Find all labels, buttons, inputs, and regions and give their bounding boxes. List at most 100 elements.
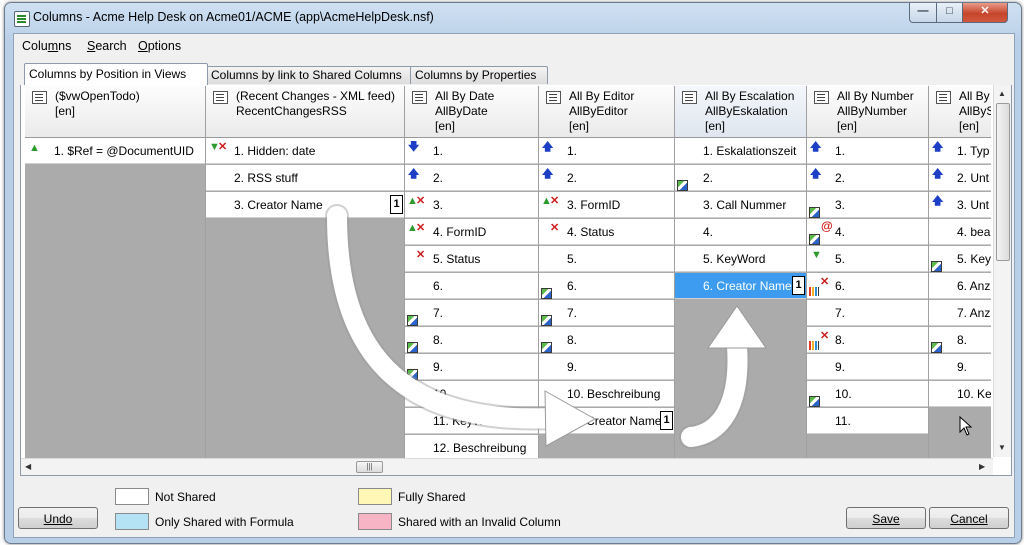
tab-columns-by-properties[interactable]: Columns by Properties [410,66,548,84]
empty-area [539,435,674,460]
arrow-down-icon: 🡇 [408,141,420,153]
column-cell[interactable]: 🡅 1. Typ [929,138,991,164]
view-header-label: All By AllByS [en] [959,89,991,133]
column-cell[interactable]: 🡇 1. [405,138,538,164]
column-cell[interactable]: 🡅 2. [807,165,928,191]
column-cell[interactable]: 11. [807,408,928,434]
column-cell[interactable]: ✕ 5. Status [405,246,538,272]
scroll-right-arrow-icon[interactable]: ▶ [979,462,985,471]
column-cell[interactable]: @4. [807,219,928,245]
column-cell[interactable]: 6. [405,273,538,299]
column-cell[interactable]: 1. Eskalationszeit [675,138,806,164]
document-icon [677,180,688,191]
empty-area [675,300,806,460]
vertical-scroll-thumb[interactable] [996,103,1010,261]
column-cell[interactable]: 6. [539,273,674,299]
column-cell[interactable]: 7. [807,300,928,326]
horizontal-scroll-thumb[interactable]: ||| [356,461,383,473]
vertical-scrollbar[interactable]: ▲ ▼ [993,85,1011,457]
view-header[interactable]: All By Number AllByNumber [en] [807,86,928,138]
document-icon [809,234,820,245]
column-cell[interactable]: 3. Call Nummer [675,192,806,218]
view-icon [682,91,697,104]
arrow-up-icon: 🡅 [408,168,420,180]
menu-columns[interactable]: Columns [22,39,71,53]
column-cell[interactable]: 10. Key [929,381,991,407]
window: Columns - Acme Help Desk on Acme01/ACME … [4,2,1022,544]
column-cell[interactable]: 6. Anz [929,273,991,299]
view-header[interactable]: All By Escalation AllByEskalation [en] [675,86,806,138]
column-cell[interactable]: 7. [405,300,538,326]
view-header[interactable]: ($vwOpenTodo) [en] [25,86,205,138]
menu-bar: Columns Search Options [14,34,1014,58]
scroll-up-arrow-icon[interactable]: ▲ [998,89,1006,98]
minimize-button[interactable]: — [909,3,937,23]
scroll-left-arrow-icon[interactable]: ◀ [25,462,31,471]
column-cell[interactable]: 🡅 2. [405,165,538,191]
column-cell[interactable]: 2. [675,165,806,191]
tab-columns-by-link[interactable]: Columns by link to Shared Columns [206,66,412,84]
document-icon [809,207,820,218]
view-header[interactable]: All By Date AllByDate [en] [405,86,538,138]
column-cell[interactable]: 8. [929,327,991,353]
column-cell[interactable]: 🡅 3. Unt [929,192,991,218]
column-cell[interactable]: ▲ ✕ 3. [405,192,538,218]
scroll-down-arrow-icon[interactable]: ▼ [998,443,1006,452]
view-column: All By Editor AllByEditor [en] 🡅 1. 🡅 2. ▲… [539,86,675,460]
column-cell[interactable]: 🡅 1. [539,138,674,164]
close-button[interactable]: ✕ [962,3,1008,23]
menu-options[interactable]: Options [138,39,181,53]
column-cell[interactable]: 7. Anz [929,300,991,326]
column-cell[interactable]: 12. Beschreibung [405,435,538,460]
column-cell[interactable]: 9. [405,354,538,380]
empty-area [807,435,928,460]
column-cell[interactable]: 7. [539,300,674,326]
menu-search[interactable]: Search [87,39,127,53]
view-column: All By Number AllByNumber [en] 🡅 1. 🡅 2. 3… [807,86,929,460]
column-cell[interactable]: ✕ 8. [807,327,928,353]
column-cell[interactable]: ▲ ✕ 4. FormID [405,219,538,245]
column-cell[interactable]: 10. Beschreibung [539,381,674,407]
column-cell[interactable]: ✕ 6. [807,273,928,299]
column-cell[interactable]: 3. [807,192,928,218]
cancel-button[interactable]: Cancel [929,507,1009,529]
tab-columns-by-position[interactable]: Columns by Position in Views [24,63,208,85]
column-cell[interactable]: 8. [405,327,538,353]
maximize-button[interactable]: □ [936,3,963,23]
column-cell[interactable]: 2. RSS stuff [206,165,404,191]
column-cell[interactable]: 4. bea [929,219,991,245]
column-cell[interactable]: 5. KeyWord [675,246,806,272]
view-header[interactable]: (Recent Changes - XML feed) RecentChange… [206,86,404,138]
column-cell[interactable]: 5. Key [929,246,991,272]
view-header-label: All By Editor AllByEditor [en] [569,89,635,133]
column-cell[interactable]: 8. [539,327,674,353]
column-cell[interactable]: 11. Creator Name 1 [539,408,674,434]
column-cell[interactable]: 9. [929,354,991,380]
shared-count-badge: 1 [792,276,805,295]
column-cell-selected[interactable]: 6. Creator Name 1 [675,273,806,299]
column-cell[interactable]: 3. Creator Name 1 [206,192,404,218]
column-cell[interactable]: ✕ 4. Status [539,219,674,245]
column-cell[interactable]: 9. [539,354,674,380]
column-cell[interactable]: ▲ ✕ 3. FormID [539,192,674,218]
column-cell[interactable]: ▼ 5. [807,246,928,272]
app-icon [14,11,30,27]
column-cell[interactable]: 5. [539,246,674,272]
column-cell[interactable]: 10. [405,381,538,407]
column-cell[interactable]: 10. [807,381,928,407]
title-bar[interactable]: Columns - Acme Help Desk on Acme01/ACME … [5,3,1021,33]
view-header[interactable]: All By AllByS [en] [929,86,991,138]
horizontal-scrollbar[interactable]: ◀ ||| ▶ [21,458,993,475]
column-cell[interactable]: ▼ ✕ 1. Hidden: date [206,138,404,164]
column-cell[interactable]: 11. KeyWord [405,408,538,434]
column-cell[interactable]: 🡅 2. Unt [929,165,991,191]
column-cell[interactable]: ▲ 1. $Ref = @DocumentUID [25,138,205,164]
view-header[interactable]: All By Editor AllByEditor [en] [539,86,674,138]
empty-area [206,219,404,460]
undo-button[interactable]: Undo [18,507,98,529]
save-button[interactable]: Save [846,507,926,529]
column-cell[interactable]: 9. [807,354,928,380]
column-cell[interactable]: 🡅 1. [807,138,928,164]
column-cell[interactable]: 🡅 2. [539,165,674,191]
column-cell[interactable]: 4. [675,219,806,245]
